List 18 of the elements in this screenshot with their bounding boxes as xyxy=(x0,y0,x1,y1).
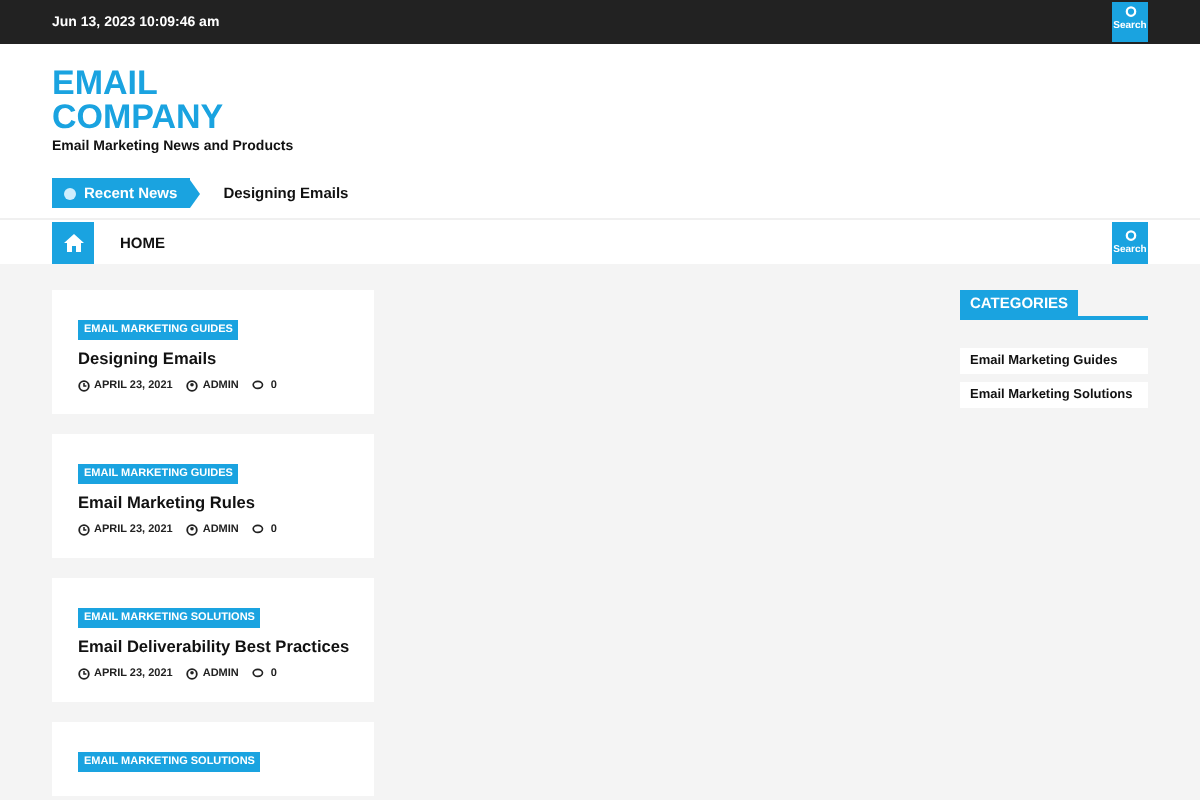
arrow-icon xyxy=(189,179,200,207)
clock-icon xyxy=(78,524,90,536)
user-icon xyxy=(186,668,199,680)
search-icon xyxy=(1123,229,1137,243)
post-title[interactable]: Email Marketing Rules xyxy=(78,492,354,512)
comment-icon xyxy=(252,668,267,680)
post-title[interactable]: Email Deliverability Best Practices xyxy=(78,636,354,656)
comment-icon xyxy=(252,380,267,392)
home-button[interactable] xyxy=(52,221,94,263)
user-icon xyxy=(186,380,199,392)
dot-icon xyxy=(64,187,76,199)
comment-icon xyxy=(252,524,267,536)
clock-icon xyxy=(78,380,90,392)
home-icon xyxy=(63,233,83,251)
search-icon xyxy=(1123,6,1137,20)
post-title[interactable]: Designing Emails xyxy=(78,348,354,368)
user-icon xyxy=(186,524,199,536)
clock-icon xyxy=(78,668,90,680)
